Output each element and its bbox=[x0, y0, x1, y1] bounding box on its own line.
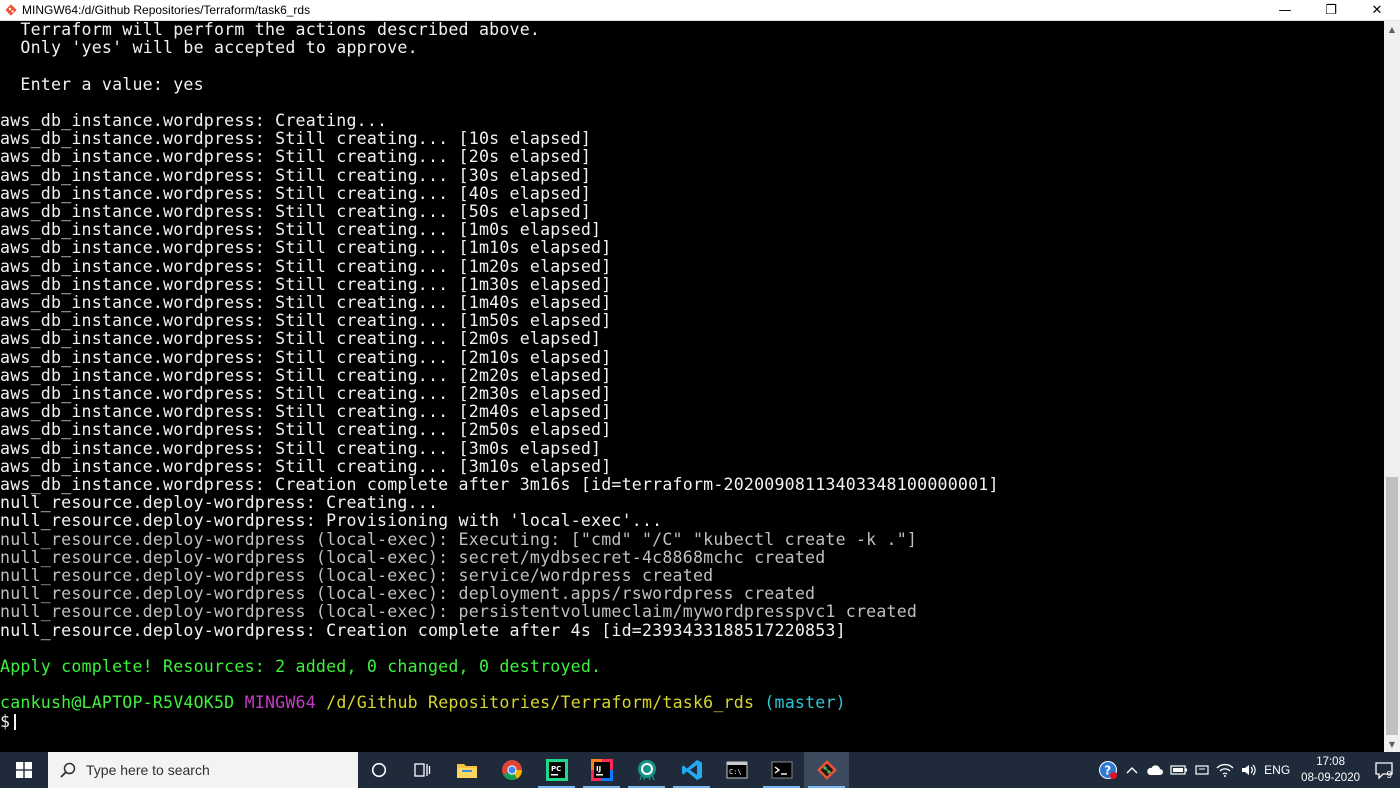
intellij-icon[interactable]: IJ bbox=[579, 752, 624, 788]
usb-device-icon[interactable] bbox=[1191, 752, 1213, 788]
terminal-line: null_resource.deploy-wordpress (local-ex… bbox=[0, 547, 826, 567]
terminal-line: aws_db_instance.wordpress: Still creatin… bbox=[0, 274, 612, 294]
terminal-line: aws_db_instance.wordpress: Still creatin… bbox=[0, 202, 592, 221]
prompt-user-host: cankush@LAPTOP-R5V4OK5D bbox=[0, 693, 235, 713]
notification-count: 9 bbox=[1386, 770, 1392, 781]
chevron-up-icon[interactable] bbox=[1121, 752, 1143, 788]
git-bash-icon[interactable] bbox=[804, 752, 849, 788]
clock[interactable]: 17:08 08-09-2020 bbox=[1293, 754, 1368, 786]
start-button[interactable] bbox=[0, 752, 48, 788]
help-icon[interactable]: ? bbox=[1095, 752, 1121, 788]
window-title: MINGW64:/d/Github Repositories/Terraform… bbox=[22, 3, 311, 17]
prompt-branch: (master) bbox=[764, 693, 846, 713]
terminal-line: aws_db_instance.wordpress: Still creatin… bbox=[0, 456, 612, 476]
prompt-system: MINGW64 bbox=[244, 693, 316, 713]
terminal-line: Only 'yes' will be accepted to approve. bbox=[0, 38, 418, 58]
terminal-line: aws_db_instance.wordpress: Still creatin… bbox=[0, 293, 612, 312]
command-input-line[interactable]: $ bbox=[0, 711, 17, 731]
terminal-line: aws_db_instance.wordpress: Creation comp… bbox=[0, 475, 999, 494]
terminal-line: aws_db_instance.wordpress: Creating... bbox=[0, 111, 388, 130]
wifi-icon[interactable] bbox=[1213, 752, 1237, 788]
terminal-line: aws_db_instance.wordpress: Still creatin… bbox=[0, 129, 592, 149]
window-title-bar[interactable]: MINGW64:/d/Github Repositories/Terraform… bbox=[0, 0, 1400, 21]
scrollbar-thumb[interactable] bbox=[1386, 477, 1398, 735]
terminal-line: aws_db_instance.wordpress: Still creatin… bbox=[0, 147, 592, 167]
svg-text:PC: PC bbox=[551, 765, 561, 773]
text-cursor bbox=[14, 714, 17, 731]
prompt-line: cankush@LAPTOP-R5V4OK5D MINGW64 /d/Githu… bbox=[0, 694, 846, 712]
terminal-line: aws_db_instance.wordpress: Still creatin… bbox=[0, 402, 612, 422]
clock-date: 08-09-2020 bbox=[1301, 772, 1360, 784]
file-explorer-icon[interactable] bbox=[444, 752, 489, 788]
chrome-icon[interactable] bbox=[489, 752, 534, 788]
volume-icon[interactable] bbox=[1237, 752, 1261, 788]
terminal-line: aws_db_instance.wordpress: Still creatin… bbox=[0, 220, 602, 240]
search-placeholder: Type here to search bbox=[86, 762, 210, 778]
git-bash-app-icon bbox=[3, 2, 19, 18]
battery-icon[interactable] bbox=[1167, 752, 1191, 788]
vscode-icon[interactable] bbox=[669, 752, 714, 788]
terminal-line: aws_db_instance.wordpress: Still creatin… bbox=[0, 384, 612, 403]
terminal-line: aws_db_instance.wordpress: Still creatin… bbox=[0, 238, 612, 258]
terminal-output[interactable]: Terraform will perform the actions descr… bbox=[0, 21, 1384, 752]
terminal-line: null_resource.deploy-wordpress (local-ex… bbox=[0, 529, 918, 549]
terminal-line: aws_db_instance.wordpress: Still creatin… bbox=[0, 347, 612, 367]
terminal-line: null_resource.deploy-wordpress: Provisio… bbox=[0, 511, 663, 531]
terminal-line: Enter a value: yes bbox=[0, 74, 204, 94]
terminal-line: aws_db_instance.wordpress: Still creatin… bbox=[0, 311, 612, 331]
terminal-line: null_resource.deploy-wordpress (local-ex… bbox=[0, 602, 918, 622]
maximize-button[interactable]: ❐ bbox=[1308, 0, 1354, 21]
prompt-symbol: $ bbox=[0, 711, 11, 731]
cloud-icon[interactable] bbox=[1143, 752, 1167, 788]
terminal-line: null_resource.deploy-wordpress (local-ex… bbox=[0, 566, 714, 585]
pycharm-icon[interactable]: PC bbox=[534, 752, 579, 788]
svg-text:IJ: IJ bbox=[596, 765, 601, 773]
prompt-path: /d/Github Repositories/Terraform/task6_r… bbox=[326, 693, 755, 713]
windows-logo-icon bbox=[16, 762, 32, 778]
vertical-scrollbar[interactable]: ▲ ▼ bbox=[1384, 21, 1400, 752]
scroll-up-icon[interactable]: ▲ bbox=[1384, 21, 1400, 37]
taskbar-search-box[interactable]: Type here to search bbox=[48, 752, 358, 788]
terminal-line: aws_db_instance.wordpress: Still creatin… bbox=[0, 256, 612, 276]
terminal-icon[interactable]: C:\ bbox=[714, 752, 759, 788]
taskbar: Type here to search PC IJ C:\ ? ENG 17:0… bbox=[0, 752, 1400, 788]
minimize-button[interactable]: — bbox=[1262, 0, 1308, 21]
system-tray: ? ENG 17:08 08-09-2020 9 bbox=[1095, 752, 1400, 788]
terminal-line: aws_db_instance.wordpress: Still creatin… bbox=[0, 438, 602, 458]
terminal-line: null_resource.deploy-wordpress: Creating… bbox=[0, 493, 439, 513]
terminal-line: Terraform will perform the actions descr… bbox=[0, 21, 541, 39]
scroll-down-icon[interactable]: ▼ bbox=[1384, 736, 1400, 752]
terminal-line: aws_db_instance.wordpress: Still creatin… bbox=[0, 183, 592, 203]
terminal-line: null_resource.deploy-wordpress (local-ex… bbox=[0, 584, 816, 604]
cmd-icon[interactable] bbox=[759, 752, 804, 788]
terminal-line: Apply complete! Resources: 2 added, 0 ch… bbox=[0, 657, 602, 676]
terminal-line: aws_db_instance.wordpress: Still creatin… bbox=[0, 420, 612, 440]
search-icon bbox=[60, 762, 76, 778]
language-indicator[interactable]: ENG bbox=[1261, 752, 1293, 788]
clock-time: 17:08 bbox=[1316, 756, 1345, 768]
cortana-icon[interactable] bbox=[358, 752, 400, 788]
gitkraken-icon[interactable] bbox=[624, 752, 669, 788]
terminal-line: aws_db_instance.wordpress: Still creatin… bbox=[0, 365, 612, 385]
close-button[interactable]: ✕ bbox=[1354, 0, 1400, 21]
task-view-icon[interactable] bbox=[400, 752, 444, 788]
svg-text:C:\: C:\ bbox=[729, 768, 742, 776]
terminal-line: aws_db_instance.wordpress: Still creatin… bbox=[0, 165, 592, 185]
terminal-line: aws_db_instance.wordpress: Still creatin… bbox=[0, 329, 602, 349]
terminal-line: null_resource.deploy-wordpress: Creation… bbox=[0, 620, 846, 640]
notification-center-button[interactable]: 9 bbox=[1368, 752, 1400, 788]
